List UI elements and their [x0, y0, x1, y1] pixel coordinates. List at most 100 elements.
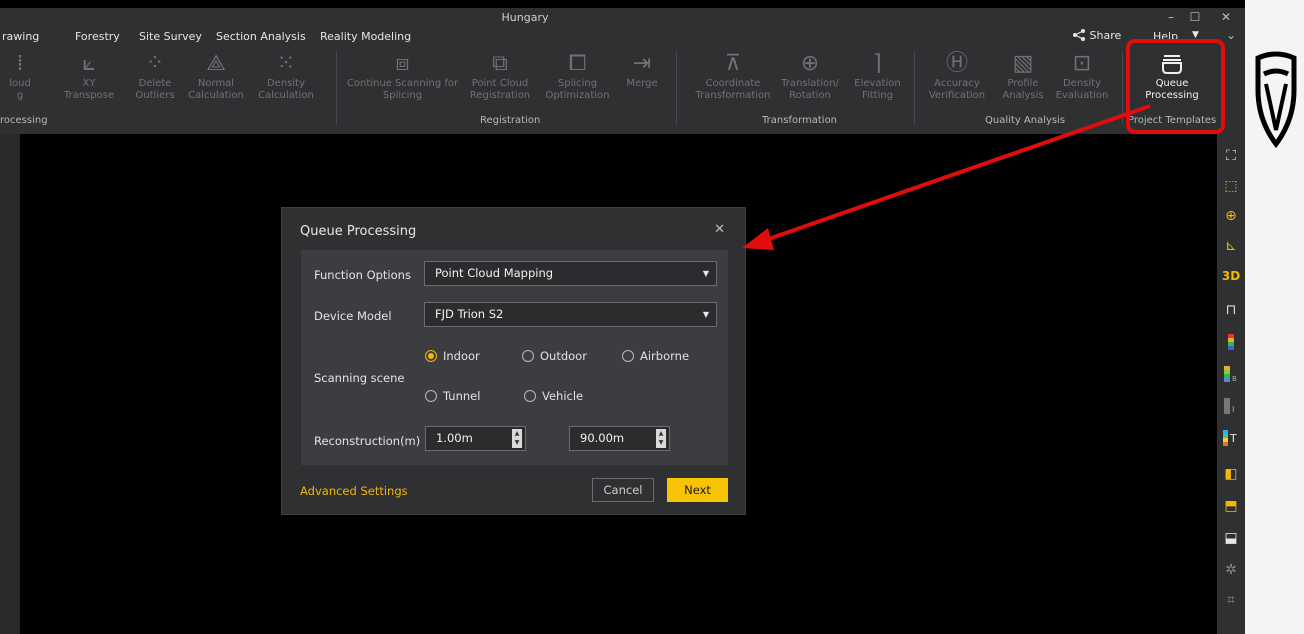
right-toolbar: ⛶ ⬚ ⊕ ⊾ 3D ⊓ B I T ◧ ⬒ ⬓ ✲ ⌗ — [1217, 134, 1245, 634]
share-button[interactable]: Share — [1072, 29, 1121, 42]
radio-tunnel[interactable]: Tunnel — [425, 389, 480, 403]
reconstruction-max-value: 90.00m — [580, 431, 625, 445]
function-options-label: Function Options — [314, 268, 411, 282]
close-icon[interactable]: ✕ — [714, 222, 725, 237]
normal-calculation-button[interactable]: ⟁ Normal Calculation — [186, 50, 246, 102]
group-label-processing: rocessing — [0, 115, 48, 126]
menu-reality-modeling[interactable]: Reality Modeling — [320, 30, 411, 43]
annotation-arrow — [742, 104, 1151, 250]
translation-rotation-button[interactable]: ⊕ Translation/ Rotation — [775, 50, 845, 102]
radio-dot — [622, 350, 634, 362]
point-cloud-icon: ⁞ — [16, 51, 24, 76]
coordinate-transformation-button[interactable]: ⊼ Coordinate Transformation — [688, 50, 778, 102]
scanning-scene-label: Scanning scene — [314, 371, 405, 385]
spin-up-icon[interactable]: ▲ — [512, 429, 522, 438]
elevation-icon: ⌉ — [873, 51, 882, 76]
density-evaluation-button[interactable]: ⊡ Density Evaluation — [1052, 50, 1112, 102]
point-cloud-registration-button[interactable]: ⧉ Point Cloud Registration — [465, 50, 535, 102]
reconstruction-min-input[interactable]: 1.00m ▲ ▼ — [425, 426, 526, 451]
window-title: Hungary — [501, 11, 549, 24]
move-icon: ⊕ — [800, 51, 820, 76]
device-model-label: Device Model — [314, 309, 392, 323]
queue-processing-dialog: Queue Processing ✕ Function Options Poin… — [281, 207, 746, 515]
box-icon[interactable]: ⬚ — [1217, 176, 1245, 196]
fit-view-icon[interactable]: ⛶ — [1217, 146, 1245, 166]
ribbon-separator — [676, 52, 677, 124]
profile-analysis-button[interactable]: ▧ Profile Analysis — [994, 50, 1052, 102]
maximize-icon[interactable]: ☐ — [1187, 10, 1203, 24]
intensity-icon[interactable]: I — [1217, 398, 1245, 418]
cancel-button[interactable]: Cancel — [592, 478, 654, 502]
cube-side-icon[interactable]: ⬓ — [1217, 528, 1245, 548]
coordinate-icon: ⊼ — [724, 51, 742, 76]
radio-airborne[interactable]: Airborne — [622, 349, 689, 363]
left-panel-edge — [0, 134, 20, 634]
reconstruction-max-input[interactable]: 90.00m ▲ ▼ — [569, 426, 670, 451]
chevron-down-icon: ▼ — [702, 269, 709, 278]
dialog-title: Queue Processing — [300, 224, 417, 239]
delete-outliers-button[interactable]: ⁘ Delete Outliers — [130, 50, 180, 102]
profile-icon: ▧ — [1012, 51, 1034, 76]
measure-icon[interactable]: ✲ — [1217, 560, 1245, 580]
share-icon — [1073, 29, 1085, 41]
minimize-icon[interactable]: – — [1163, 10, 1179, 24]
elevation-fitting-button[interactable]: ⌉ Elevation Fitting — [850, 50, 905, 102]
cube-front-icon[interactable]: ◧ — [1217, 464, 1245, 484]
spin-down-icon[interactable]: ▼ — [656, 438, 666, 447]
function-options-value: Point Cloud Mapping — [435, 266, 554, 280]
lock-icon[interactable]: ⊓ — [1217, 300, 1245, 320]
advanced-settings-link[interactable]: Advanced Settings — [300, 484, 408, 498]
puzzle-icon: ⧉ — [492, 51, 508, 76]
menu-drawing[interactable]: rawing — [2, 30, 39, 43]
point-cloud-button[interactable]: ⁞ loud g — [0, 50, 40, 102]
menu-bar: rawing Forestry Site Survey Section Anal… — [0, 28, 1245, 46]
group-label-registration: Registration — [480, 115, 541, 126]
application-window: Hungary – ☐ ✕ rawing Forestry Site Surve… — [0, 0, 1245, 634]
color-bar-icon[interactable] — [1217, 334, 1245, 354]
continue-scanning-button[interactable]: ⧈ Continue Scanning for Splicing — [345, 50, 460, 102]
transpose-icon: ⟀ — [82, 51, 96, 76]
splicing-optimization-button[interactable]: ⧠ Splicing Optimization — [540, 50, 615, 102]
spin-up-icon[interactable]: ▲ — [656, 429, 666, 438]
svg-text:B: B — [1232, 375, 1237, 382]
merge-button[interactable]: ⇥ Merge — [620, 50, 664, 90]
dialog-form-panel: Function Options Point Cloud Mapping ▼ D… — [301, 250, 728, 465]
next-button[interactable]: Next — [667, 478, 728, 502]
chevron-down-icon: ▼ — [702, 310, 709, 319]
orbit-icon[interactable]: ⊕ — [1217, 206, 1245, 226]
3d-toggle[interactable]: 3D — [1217, 266, 1245, 286]
radio-dot — [425, 350, 437, 362]
device-model-select[interactable]: FJD Trion S2 ▼ — [424, 302, 717, 327]
radio-outdoor[interactable]: Outdoor — [522, 349, 587, 363]
radio-indoor[interactable]: Indoor — [425, 349, 480, 363]
menu-site-survey[interactable]: Site Survey — [139, 30, 202, 43]
ribbon-separator — [336, 52, 337, 124]
density-calculation-button[interactable]: ⁙ Density Calculation — [256, 50, 316, 102]
spinner-arrows[interactable]: ▲ ▼ — [656, 429, 666, 448]
text-tool[interactable]: T — [1217, 430, 1245, 450]
xy-transpose-button[interactable]: ⟀ XY Transpose — [56, 50, 122, 102]
menu-forestry[interactable]: Forestry — [75, 30, 120, 43]
close-icon[interactable]: ✕ — [1218, 10, 1234, 24]
brand-logo — [1255, 51, 1297, 149]
cube-top-icon[interactable]: ⬒ — [1217, 496, 1245, 516]
radio-vehicle[interactable]: Vehicle — [524, 389, 583, 403]
accuracy-icon: Ⓗ — [945, 51, 968, 76]
density-eval-icon: ⊡ — [1072, 51, 1092, 76]
axis-icon[interactable]: ⊾ — [1217, 236, 1245, 256]
crop-icon[interactable]: ⌗ — [1217, 590, 1245, 610]
reconstruction-min-value: 1.00m — [436, 431, 473, 445]
svg-text:I: I — [1232, 405, 1234, 414]
spin-down-icon[interactable]: ▼ — [512, 438, 522, 447]
spinner-arrows[interactable]: ▲ ▼ — [512, 429, 522, 448]
title-bar: Hungary – ☐ ✕ — [0, 8, 1245, 28]
radio-dot — [524, 390, 536, 402]
radio-dot — [522, 350, 534, 362]
accuracy-verification-button[interactable]: Ⓗ Accuracy Verification — [924, 50, 990, 102]
text-tool-label: T — [1229, 432, 1237, 445]
function-options-select[interactable]: Point Cloud Mapping ▼ — [424, 261, 717, 286]
collapse-ribbon-icon[interactable]: ⌄ — [1226, 28, 1236, 42]
color-bar-b-icon[interactable]: B — [1217, 366, 1245, 386]
splice-opt-icon: ⧠ — [568, 51, 587, 76]
menu-section-analysis[interactable]: Section Analysis — [216, 30, 306, 43]
